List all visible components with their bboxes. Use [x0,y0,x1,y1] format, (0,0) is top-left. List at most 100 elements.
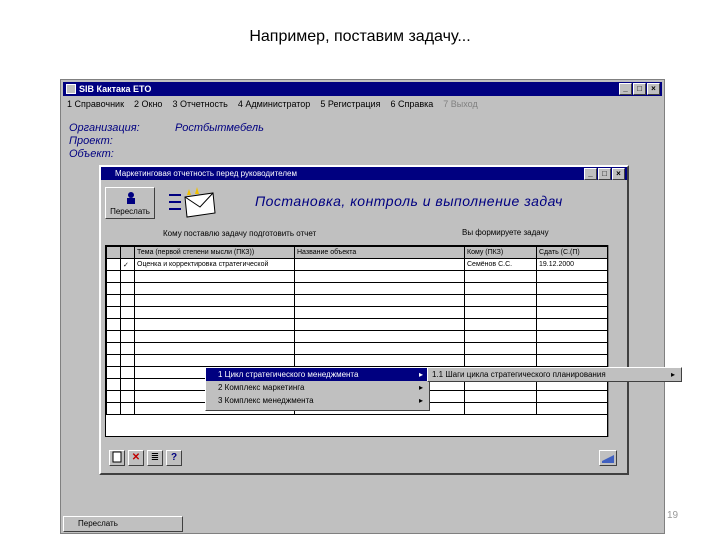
check-icon[interactable]: ✓ [120,258,135,271]
grid-cell[interactable] [134,306,295,319]
grid-cell[interactable] [536,318,607,331]
grid-cell[interactable] [106,402,121,415]
main-window-titlebar[interactable]: SIB Кактака ЕТО _ □ × [63,82,662,96]
row-object[interactable] [294,270,465,283]
grid-cell[interactable] [120,294,135,307]
table-row[interactable] [106,270,607,283]
grid-cell[interactable] [536,294,607,307]
delete-button[interactable]: ✕ [128,450,144,466]
menu-reports[interactable]: 3 Отчетность [172,97,227,111]
grid-cell[interactable] [536,402,607,415]
row-due[interactable] [536,270,607,283]
grid-cell[interactable] [134,318,295,331]
row-due[interactable]: 19.12.2000 [536,258,607,271]
grid-cell[interactable] [464,402,537,415]
row-object[interactable] [294,258,465,271]
grid-cell[interactable] [294,342,465,355]
grid-cell[interactable] [106,294,121,307]
list-button[interactable]: ≣ [147,450,163,466]
grid-cell[interactable] [120,402,135,415]
menu-window[interactable]: 2 Окно [134,97,162,111]
grid-cell[interactable] [294,318,465,331]
grid-header-assignee[interactable]: Кому (ПКЗ) [464,246,537,259]
grid-cell[interactable] [120,366,135,379]
table-row[interactable] [106,330,607,343]
grid-cell[interactable] [464,330,537,343]
grid-cell[interactable] [464,354,537,367]
grid-cell[interactable] [120,378,135,391]
row-assignee[interactable] [464,270,537,283]
menu-admin[interactable]: 4 Администратор [238,97,310,111]
table-row[interactable] [106,306,607,319]
grid-cell[interactable] [120,282,135,295]
submenu-item-planning-steps[interactable]: 1.1 Шаги цикла стратегического планирова… [427,367,682,382]
grid-cell[interactable] [464,306,537,319]
menu-help[interactable]: 6 Справка [390,97,433,111]
grid-cell[interactable] [134,354,295,367]
grid-cell[interactable] [294,282,465,295]
row-topic[interactable] [134,270,295,283]
grid-cell[interactable] [120,330,135,343]
exit-button[interactable] [599,450,617,466]
grid-cell[interactable] [106,306,121,319]
row-check-cell[interactable] [120,270,135,283]
table-row[interactable]: ✓ Оценка и корректировка стратегической … [106,258,607,271]
grid-cell[interactable] [464,282,537,295]
grid-cell[interactable] [106,378,121,391]
grid-cell[interactable] [134,282,295,295]
maximize-button[interactable]: □ [633,83,646,95]
minimize-button[interactable]: _ [619,83,632,95]
taskbar-button[interactable]: Переслать [63,516,183,532]
table-row[interactable] [106,342,607,355]
grid-header-object[interactable]: Название объекта [294,246,465,259]
grid-cell[interactable] [536,282,607,295]
menu-reference[interactable]: 1 Справочник [67,97,124,111]
inner-minimize-button[interactable]: _ [584,168,597,180]
context-menu-item-marketing-mix[interactable]: 2 Комплекс маркетинга ▸ [206,381,429,394]
grid-cell[interactable] [464,342,537,355]
context-menu-item-management-mix[interactable]: 3 Комплекс менеджмента ▸ [206,394,429,407]
grid-header-due[interactable]: Сдать (С.(П) [536,246,607,259]
grid-cell[interactable] [106,354,121,367]
grid-cell[interactable] [536,390,607,403]
grid-cell[interactable] [106,282,121,295]
help-button[interactable]: ? [166,450,182,466]
grid-cell[interactable] [536,342,607,355]
grid-cell[interactable] [106,390,121,403]
table-row[interactable] [106,354,607,367]
grid-cell[interactable] [294,306,465,319]
grid-cell[interactable] [134,342,295,355]
table-row[interactable] [106,318,607,331]
grid-cell[interactable] [536,354,607,367]
menu-registration[interactable]: 5 Регистрация [320,97,380,111]
inner-window-titlebar[interactable]: Маркетинговая отчетность перед руководит… [101,167,627,180]
grid-cell[interactable] [120,318,135,331]
row-assignee[interactable]: Семёнов С.С. [464,258,537,271]
grid-cell[interactable] [106,330,121,343]
forward-button[interactable]: Переслать [105,187,155,219]
close-button[interactable]: × [647,83,660,95]
grid-cell[interactable] [464,294,537,307]
context-menu-item-strategic-cycle[interactable]: 1 Цикл стратегического менеджмента ▸ [206,368,429,381]
new-document-button[interactable] [109,450,125,466]
grid-cell[interactable] [536,330,607,343]
inner-close-button[interactable]: × [612,168,625,180]
row-topic[interactable]: Оценка и корректировка стратегической [134,258,295,271]
grid-cell[interactable] [464,390,537,403]
grid-cell[interactable] [106,366,121,379]
grid-cell[interactable] [106,342,121,355]
grid-cell[interactable] [134,294,295,307]
grid-cell[interactable] [536,306,607,319]
grid-cell[interactable] [134,330,295,343]
grid-cell[interactable] [120,306,135,319]
menu-exit[interactable]: 7 Выход [443,97,477,111]
table-row[interactable] [106,282,607,295]
grid-cell[interactable] [294,330,465,343]
inner-maximize-button[interactable]: □ [598,168,611,180]
grid-cell[interactable] [294,354,465,367]
grid-scrollbar[interactable] [608,245,616,437]
table-row[interactable] [106,294,607,307]
grid-cell[interactable] [464,318,537,331]
grid-cell[interactable] [106,318,121,331]
grid-cell[interactable] [120,390,135,403]
